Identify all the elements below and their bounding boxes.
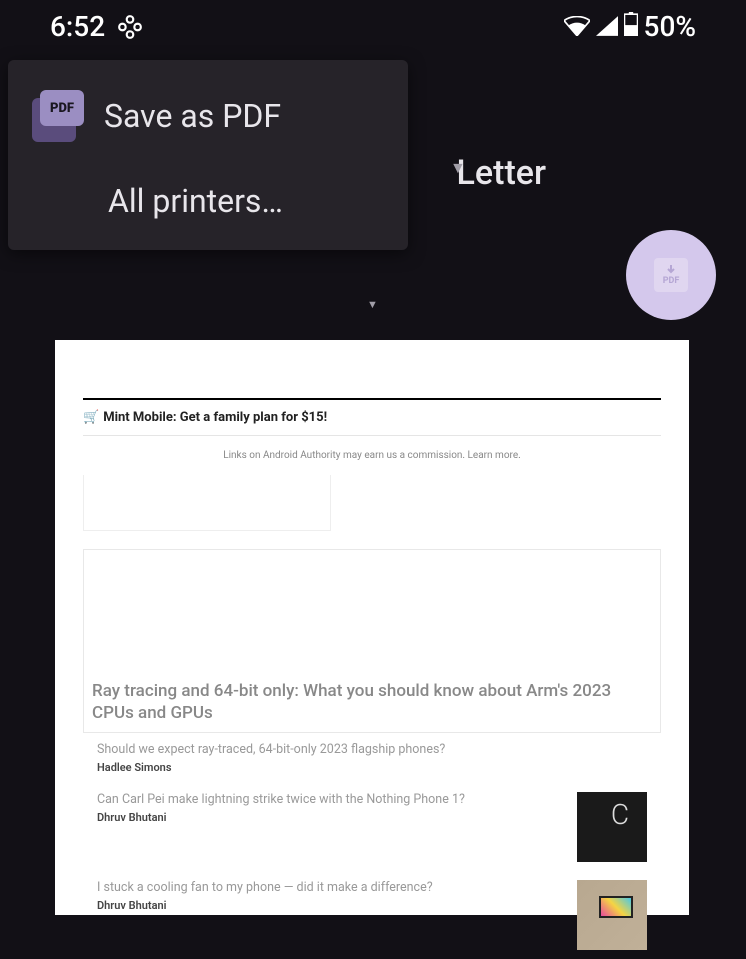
article-title: Can Carl Pei make lightning strike twice…: [97, 792, 565, 807]
status-right: 50%: [564, 10, 696, 43]
article-list-item: Can Carl Pei make lightning strike twice…: [83, 783, 661, 871]
expand-chevron-icon[interactable]: ▼: [367, 298, 378, 311]
pdf-icon: PDF: [32, 90, 84, 142]
pinwheel-icon: [117, 14, 143, 40]
article-author: Dhruv Bhutani: [97, 899, 565, 912]
pdf-download-icon: PDF: [654, 258, 688, 292]
article-title: Should we expect ray-traced, 64-bit-only…: [97, 742, 647, 757]
clock-time: 6:52: [50, 10, 105, 43]
promo-text: Mint Mobile: Get a family plan for $15!: [103, 410, 327, 425]
battery-percentage: 50%: [644, 10, 696, 43]
article-author: Dhruv Bhutani: [97, 811, 565, 824]
promo-banner: 🛒 Mint Mobile: Get a family plan for $15…: [83, 400, 661, 436]
all-printers-option[interactable]: All printers…: [8, 162, 408, 240]
wifi-icon: [564, 10, 590, 43]
chevron-down-icon[interactable]: ▼: [450, 158, 466, 178]
signal-icon: [596, 10, 618, 43]
printer-dropdown-menu: PDF Save as PDF All printers…: [8, 60, 408, 250]
all-printers-label: All printers…: [108, 182, 283, 220]
status-bar: 6:52: [0, 0, 746, 53]
article-list-item: Should we expect ray-traced, 64-bit-only…: [83, 733, 661, 783]
battery-icon: [624, 10, 638, 43]
article-thumbnail: C: [577, 792, 647, 862]
save-as-pdf-label: Save as PDF: [104, 97, 281, 135]
paper-size-value[interactable]: Letter: [457, 153, 546, 193]
article-author: Hadlee Simons: [97, 761, 647, 774]
affiliate-disclosure: Links on Android Authority may earn us a…: [83, 436, 661, 475]
save-pdf-fab[interactable]: PDF: [626, 230, 716, 320]
featured-article-title: Ray tracing and 64-bit only: What you sh…: [92, 680, 652, 724]
status-left: 6:52: [50, 10, 143, 43]
save-as-pdf-option[interactable]: PDF Save as PDF: [8, 70, 408, 162]
article-list-item: I stuck a cooling fan to my phone — did …: [83, 871, 661, 959]
cart-icon: 🛒: [83, 410, 99, 425]
article-thumbnail: [577, 880, 647, 950]
empty-ad-slot: [83, 475, 331, 531]
featured-article-card: Ray tracing and 64-bit only: What you sh…: [83, 549, 661, 733]
print-preview-page[interactable]: 🛒 Mint Mobile: Get a family plan for $15…: [55, 340, 689, 915]
article-title: I stuck a cooling fan to my phone — did …: [97, 880, 565, 895]
preview-content: 🛒 Mint Mobile: Get a family plan for $15…: [55, 398, 689, 959]
